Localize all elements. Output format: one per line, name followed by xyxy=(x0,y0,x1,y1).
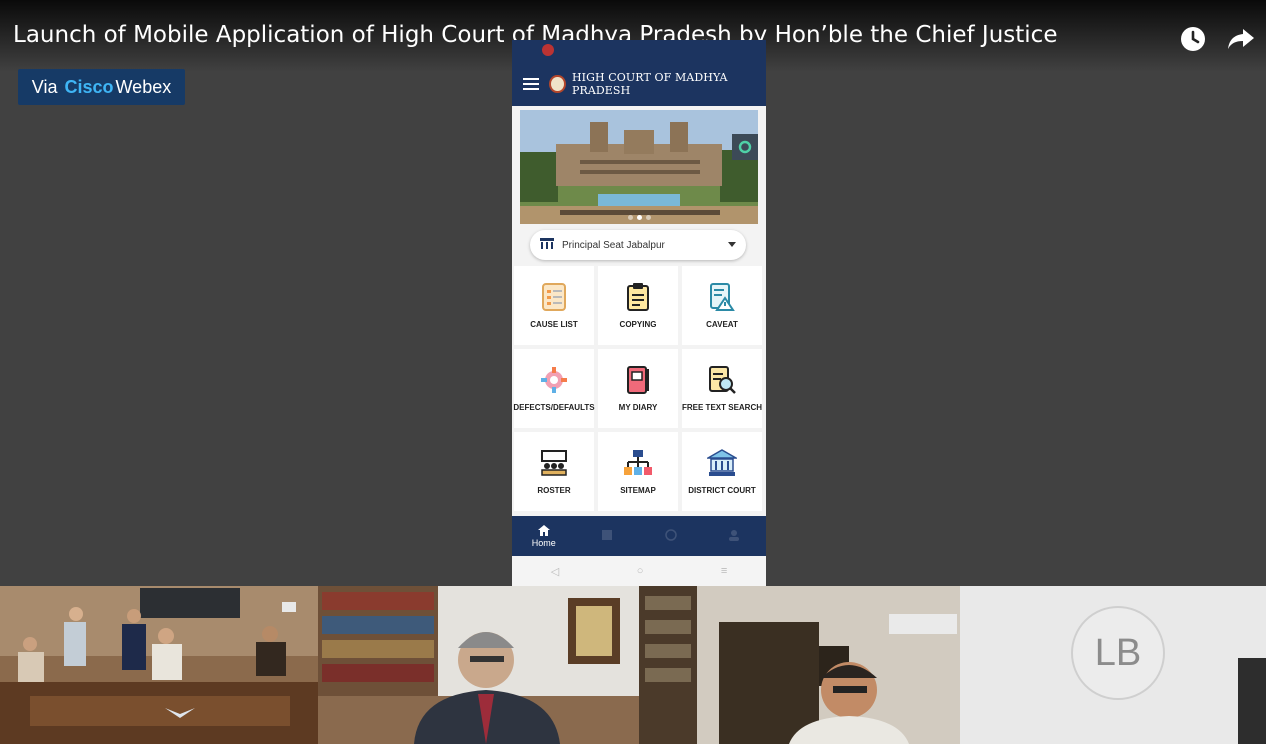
seat-selected-label: Principal Seat Jabalpur xyxy=(562,239,665,251)
banner-indicator[interactable] xyxy=(645,215,651,220)
tile-label: DISTRICT COURT xyxy=(688,486,756,495)
home-circle-icon[interactable]: ○ xyxy=(637,565,644,577)
nav-item-2[interactable] xyxy=(576,516,640,556)
court-emblem-icon xyxy=(549,75,566,93)
court-building-icon xyxy=(707,448,737,478)
refresh-icon[interactable] xyxy=(732,134,758,160)
participant-strip: LB xyxy=(0,586,1266,744)
tile-label: COPYING xyxy=(619,320,657,329)
phone-status-bar xyxy=(512,40,766,62)
banner-indicator-active[interactable] xyxy=(636,215,642,220)
history-icon xyxy=(665,529,677,543)
android-nav-bar: ◁ ○ ≡ xyxy=(512,556,766,586)
tile-cause-list[interactable]: CAUSE LIST xyxy=(514,266,594,345)
tile-copying[interactable]: COPYING xyxy=(598,266,678,345)
tile-label: ROSTER xyxy=(537,486,571,495)
tile-label: DEFECTS/DEFAULTS xyxy=(513,403,595,412)
tile-label: CAUSE LIST xyxy=(530,320,578,329)
tile-sitemap[interactable]: SITEMAP xyxy=(598,432,678,511)
roster-icon xyxy=(539,448,569,478)
bottom-nav: Home xyxy=(512,516,766,556)
tile-label: CAVEAT xyxy=(706,320,738,329)
nav-home[interactable]: Home xyxy=(512,516,576,556)
seat-dropdown[interactable]: Principal Seat Jabalpur xyxy=(530,230,746,260)
menu-icon[interactable] xyxy=(512,62,549,106)
profile-icon xyxy=(728,529,740,543)
webex-via: Via xyxy=(31,76,58,97)
tile-roster[interactable]: ROSTER xyxy=(514,432,594,511)
webex-badge: Via Cisco Webex xyxy=(18,69,185,105)
tile-label: MY DIARY xyxy=(618,403,658,412)
phone-screen: HIGH COURT OF MADHYA PRADESH Principal S… xyxy=(512,40,766,586)
banner-indicator[interactable] xyxy=(627,215,633,220)
recents-icon[interactable]: ≡ xyxy=(721,565,727,577)
cause-list-icon xyxy=(539,282,569,312)
court-banner-image[interactable] xyxy=(520,110,758,224)
participant-tile-office[interactable] xyxy=(639,586,960,744)
tile-caveat[interactable]: CAVEAT xyxy=(682,266,762,345)
tile-free-text-search[interactable]: FREE TEXT SEARCH xyxy=(682,349,762,428)
calendar-icon xyxy=(601,529,613,543)
caveat-icon xyxy=(707,282,737,312)
app-bar: HIGH COURT OF MADHYA PRADESH xyxy=(512,62,766,106)
court-bench-icon xyxy=(540,237,554,253)
clock-icon[interactable] xyxy=(1178,24,1208,54)
tile-label: FREE TEXT SEARCH xyxy=(682,403,763,412)
avatar: LB xyxy=(1071,606,1165,700)
back-icon[interactable]: ◁ xyxy=(551,565,559,578)
diary-icon xyxy=(623,365,653,395)
home-icon xyxy=(537,524,550,538)
tile-my-diary[interactable]: MY DIARY xyxy=(598,349,678,428)
search-document-icon xyxy=(707,365,737,395)
webex-product: Webex xyxy=(115,76,172,97)
tile-edge-panel xyxy=(1238,658,1266,744)
app-title: HIGH COURT OF MADHYA PRADESH xyxy=(571,71,728,97)
feature-grid: CAUSE LIST COPYING CAVEAT DEFECTS/DEFAUL… xyxy=(513,266,764,511)
participant-tile-lb[interactable]: LB xyxy=(960,586,1266,744)
nav-home-label: Home xyxy=(531,537,556,548)
tile-label: SITEMAP xyxy=(620,486,656,495)
participant-tile-speaker-library[interactable] xyxy=(318,586,639,744)
gear-icon xyxy=(539,365,569,395)
caret-down-icon xyxy=(728,240,736,251)
clipboard-icon xyxy=(623,282,653,312)
share-icon[interactable] xyxy=(1226,24,1256,54)
tile-defects-defaults[interactable]: DEFECTS/DEFAULTS xyxy=(513,349,595,428)
nav-item-4[interactable] xyxy=(703,516,767,556)
tile-district-court[interactable]: DISTRICT COURT xyxy=(682,432,762,511)
webex-brand: Cisco xyxy=(64,76,114,97)
sitemap-icon xyxy=(623,448,653,478)
app-body: Principal Seat Jabalpur CAUSE LIST COPYI… xyxy=(512,106,766,516)
notification-dot xyxy=(542,44,554,56)
nav-item-3[interactable] xyxy=(639,516,703,556)
participant-tile-conference-room[interactable] xyxy=(0,586,318,744)
